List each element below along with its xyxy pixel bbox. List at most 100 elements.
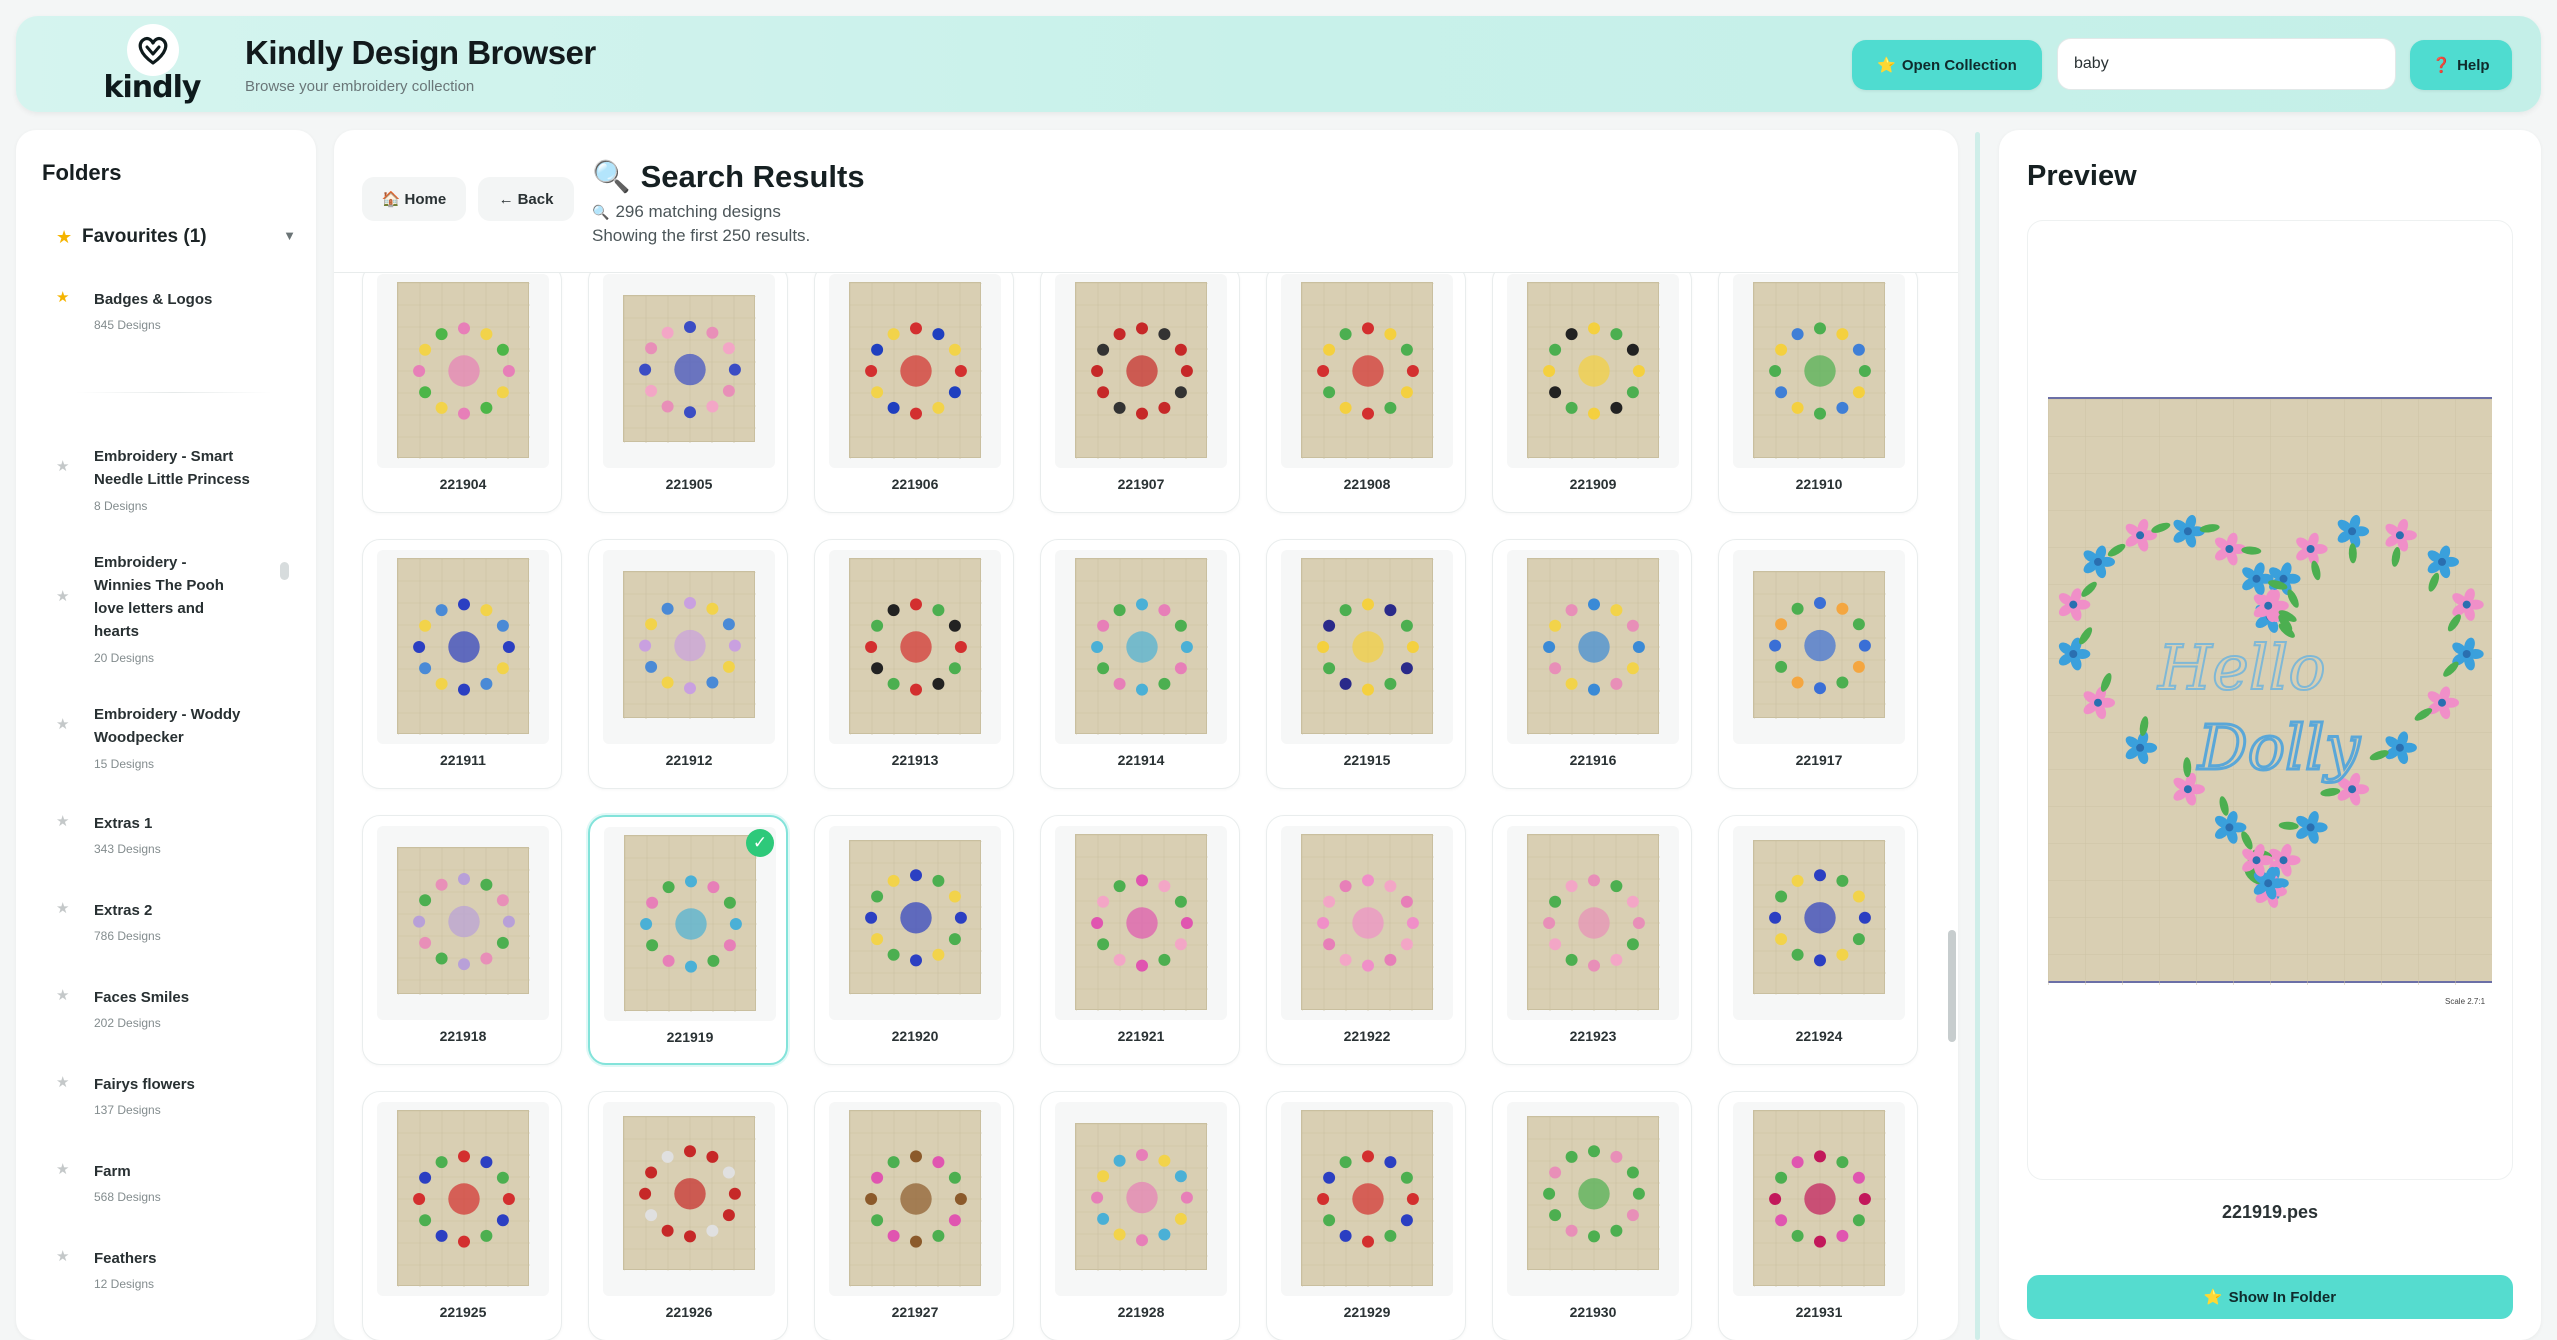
design-card[interactable]: 221919 ✓ [588, 815, 788, 1065]
star-icon[interactable]: ★ [56, 1160, 82, 1178]
design-card[interactable]: 221914 [1040, 539, 1240, 789]
design-card[interactable]: 221909 [1492, 273, 1692, 513]
design-number: 221930 [1569, 1304, 1617, 1320]
design-grid: 221904 221905 221906 221907 221908 221909 2219… [362, 273, 1932, 1340]
design-thumbnail [1075, 834, 1208, 1011]
folder-item[interactable]: ★ Farm 568 Designs [56, 1160, 286, 1210]
folder-count: 343 Designs [94, 842, 161, 856]
design-card[interactable]: 221927 [814, 1091, 1014, 1340]
design-card[interactable]: 221905 [588, 273, 788, 513]
folder-count: 786 Designs [94, 929, 161, 943]
design-number: 221915 [1343, 752, 1391, 768]
design-number: 221918 [439, 1028, 487, 1044]
design-card[interactable]: 221915 [1266, 539, 1466, 789]
folder-item[interactable]: ★ Embroidery - Woddy Woodpecker 15 Desig… [56, 703, 286, 773]
star-icon[interactable]: ★ [56, 1247, 82, 1265]
favourites-toggle[interactable]: ★ Favourites (1) ▼ [56, 222, 296, 252]
back-button[interactable]: ← Back [478, 177, 574, 221]
design-card[interactable]: 221912 [588, 539, 788, 789]
design-card[interactable]: 221930 [1492, 1091, 1692, 1340]
design-card[interactable]: 221921 [1040, 815, 1240, 1065]
star-icon[interactable]: ★ [56, 1073, 82, 1091]
design-thumbnail [1075, 1122, 1208, 1271]
design-preview-image: Hello Dolly [2048, 397, 2492, 985]
design-card[interactable]: 221929 [1266, 1091, 1466, 1340]
design-card[interactable]: 221916 [1492, 539, 1692, 789]
design-card[interactable]: 221908 [1266, 273, 1466, 513]
design-card[interactable]: 221924 [1718, 815, 1918, 1065]
design-number: 221925 [439, 1304, 487, 1320]
folder-count: 202 Designs [94, 1016, 161, 1030]
design-thumbnail [1527, 558, 1660, 735]
folder-item-badges-logos[interactable]: ★ Badges & Logos 845 Designs [56, 288, 286, 348]
folder-item[interactable]: ★ Faces Smiles 202 Designs [56, 986, 286, 1036]
design-card[interactable]: 221922 [1266, 815, 1466, 1065]
design-card[interactable]: 221931 [1718, 1091, 1918, 1340]
folder-item[interactable]: ★ Fairys flowers 137 Designs [56, 1073, 286, 1123]
star-icon[interactable]: ★ [56, 986, 82, 1004]
home-button[interactable]: 🏠 Home [362, 177, 466, 221]
design-number: 221910 [1795, 476, 1843, 492]
design-card[interactable]: 221907 [1040, 273, 1240, 513]
folder-item[interactable]: ★ Embroidery - Winnies The Pooh love let… [56, 551, 286, 665]
folder-item[interactable]: ★ Embroidery - Smart Needle Little Princ… [56, 445, 286, 515]
divider [76, 392, 272, 393]
back-label: Back [517, 190, 554, 208]
design-card[interactable]: 221926 [588, 1091, 788, 1340]
scrollbar[interactable] [280, 562, 289, 580]
star-icon[interactable]: ★ [56, 457, 82, 475]
folders-title: Folders [42, 160, 122, 185]
design-thumbnail [623, 294, 756, 443]
design-number: 221921 [1117, 1028, 1165, 1044]
design-thumbnail [1301, 834, 1434, 1011]
help-button[interactable]: ❓ Help [2410, 40, 2512, 90]
design-card[interactable]: 221925 [362, 1091, 562, 1340]
design-card[interactable]: 221911 [362, 539, 562, 789]
app-header: kindly Kindly Design Browser Browse your… [16, 16, 2541, 112]
star-icon: ★ [56, 226, 73, 247]
folder-item[interactable]: ★ Extras 2 786 Designs [56, 899, 286, 949]
star-icon[interactable]: ★ [56, 899, 82, 917]
open-collection-button[interactable]: ⭐ Open Collection [1852, 40, 2042, 90]
folder-name: Embroidery - Woddy Woodpecker [94, 706, 241, 746]
folder-item[interactable]: ★ Feathers 12 Designs [56, 1247, 286, 1297]
design-card[interactable]: 221906 [814, 273, 1014, 513]
magnifier-icon: 🔍 [592, 203, 610, 220]
arrow-left-icon: ← [498, 190, 514, 208]
match-count: 🔍 296 matching designs [592, 202, 781, 222]
folder-name: Extras 1 [94, 815, 153, 832]
design-thumbnail [623, 570, 756, 719]
folder-item[interactable]: ★ Extras 1 343 Designs [56, 812, 286, 862]
star-icon[interactable]: ★ [56, 288, 82, 306]
design-thumbnail [1301, 558, 1434, 735]
design-number: 221905 [665, 476, 713, 492]
design-card[interactable]: 221918 [362, 815, 562, 1065]
panel-resize-handle[interactable] [1975, 132, 1980, 1340]
star-icon[interactable]: ★ [56, 812, 82, 830]
folder-name: Fairys flowers [94, 1076, 195, 1093]
design-card[interactable]: 221928 [1040, 1091, 1240, 1340]
design-number: 221912 [665, 752, 713, 768]
show-in-folder-button[interactable]: ⭐ Show In Folder [2027, 1275, 2513, 1319]
design-card[interactable]: 221913 [814, 539, 1014, 789]
folder-count: 568 Designs [94, 1190, 161, 1204]
design-number: 221923 [1569, 1028, 1617, 1044]
scrollbar[interactable] [1948, 930, 1956, 1042]
design-thumbnail [397, 846, 530, 995]
logo-wordmark: kindly [103, 70, 202, 105]
star-icon[interactable]: ★ [56, 715, 82, 733]
page-title: 🔍 Search Results [592, 158, 865, 195]
design-card[interactable]: 221923 [1492, 815, 1692, 1065]
design-number: 221913 [891, 752, 939, 768]
search-input[interactable] [2057, 38, 2396, 90]
design-number: 221909 [1569, 476, 1617, 492]
design-number: 221906 [891, 476, 939, 492]
design-card[interactable]: 221920 [814, 815, 1014, 1065]
design-card[interactable]: 221910 [1718, 273, 1918, 513]
design-number: 221920 [891, 1028, 939, 1044]
design-number: 221924 [1795, 1028, 1843, 1044]
page-title-text: Search Results [640, 158, 865, 194]
design-card[interactable]: 221917 [1718, 539, 1918, 789]
design-card[interactable]: 221904 [362, 273, 562, 513]
star-icon[interactable]: ★ [56, 587, 82, 605]
